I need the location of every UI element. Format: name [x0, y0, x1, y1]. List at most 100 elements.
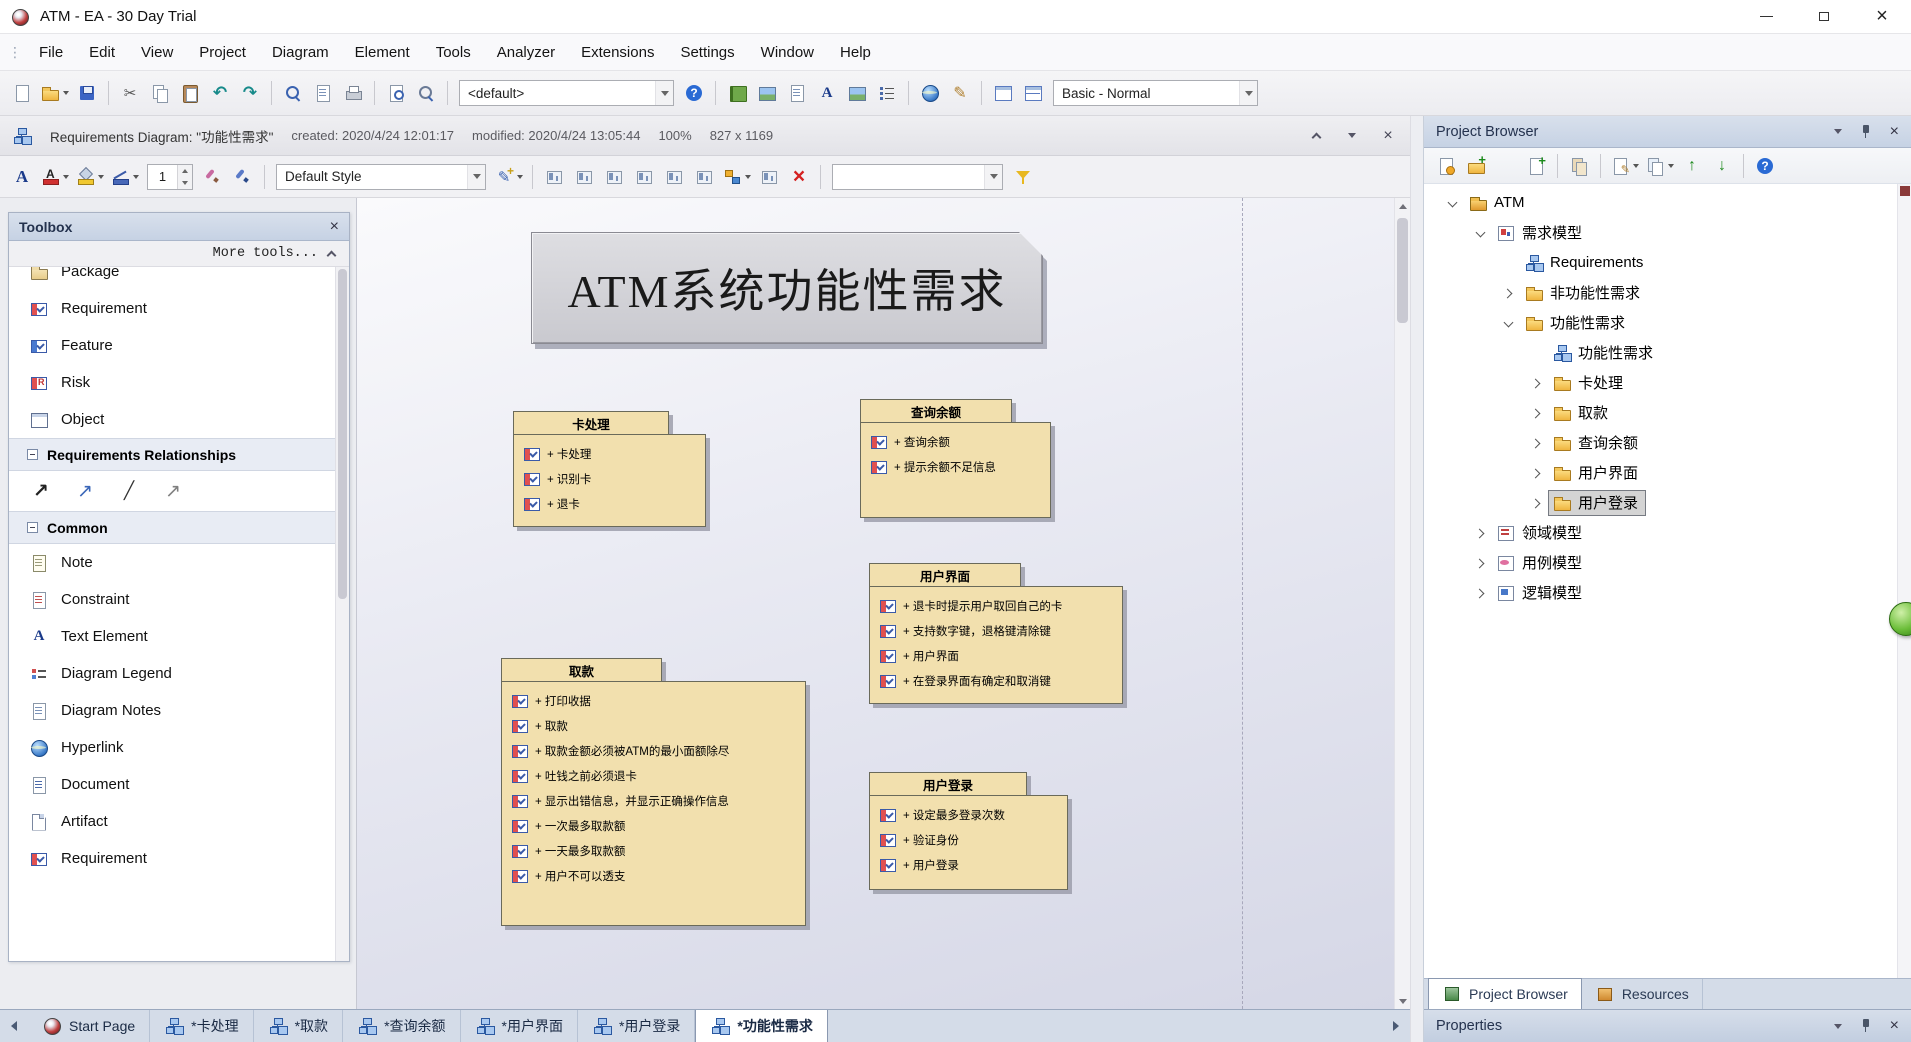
- menu-item-help[interactable]: Help: [827, 34, 884, 70]
- menu-item-view[interactable]: View: [128, 34, 186, 70]
- diagram-tab[interactable]: *卡处理: [150, 1010, 254, 1042]
- spinner-up-icon[interactable]: [178, 164, 192, 177]
- requirement-item[interactable]: + 用户界面: [878, 643, 1122, 668]
- chevron-right-icon[interactable]: [1528, 375, 1544, 391]
- toolbox-close-icon[interactable]: ×: [330, 218, 339, 236]
- edit-doc-icon-button[interactable]: [1608, 152, 1641, 180]
- theme-combo[interactable]: Basic - Normal: [1053, 80, 1258, 106]
- chevron-down-icon[interactable]: [655, 81, 673, 105]
- doc-icon-button[interactable]: [783, 78, 811, 108]
- tree-node[interactable]: 需求模型: [1492, 220, 1590, 246]
- realization-arrow-icon[interactable]: [27, 478, 55, 504]
- image-icon-button[interactable]: [753, 78, 781, 108]
- tree-item[interactable]: 用户界面: [1424, 458, 1911, 488]
- close-button[interactable]: ×: [1853, 0, 1911, 33]
- align-top-icon-button[interactable]: [570, 162, 598, 192]
- collapse-bar-button[interactable]: [1306, 126, 1326, 146]
- tree-node[interactable]: ATM: [1464, 191, 1533, 216]
- toolbox-header[interactable]: Toolbox ×: [9, 213, 349, 241]
- apply-style-icon-button[interactable]: [492, 162, 525, 192]
- move-up-icon-button[interactable]: [1678, 152, 1706, 180]
- tree-node[interactable]: Requirements: [1520, 251, 1651, 276]
- package-element[interactable]: 取款 + 打印收据 + 取款 + 取款金额必须被ATM的最小面额除尽 + 吐钱之前必须退…: [501, 658, 806, 926]
- line-color-icon-button[interactable]: [108, 162, 141, 192]
- tree-item[interactable]: 功能性需求: [1424, 308, 1911, 338]
- requirement-item[interactable]: + 一天最多取款额: [510, 838, 805, 863]
- print-icon-button[interactable]: [339, 78, 367, 108]
- diagram-tab[interactable]: *用户界面: [461, 1010, 578, 1042]
- toolbox-item[interactable]: Constraint: [9, 581, 335, 618]
- tree-node[interactable]: 用户界面: [1548, 460, 1646, 486]
- copy-doc-icon-button[interactable]: [1643, 152, 1676, 180]
- toolbox-scrollbar[interactable]: [335, 267, 349, 961]
- tab-scroll-right[interactable]: [1382, 1010, 1410, 1042]
- chevron-right-icon[interactable]: [1472, 555, 1488, 571]
- requirement-item[interactable]: + 验证身份: [878, 827, 1067, 852]
- toolbox-item[interactable]: Requirement: [9, 840, 335, 877]
- tree-item[interactable]: 取款: [1424, 398, 1911, 428]
- auto-layout-icon-button[interactable]: [720, 162, 753, 192]
- chevron-down-icon[interactable]: [1472, 225, 1488, 241]
- menu-item-settings[interactable]: Settings: [667, 34, 747, 70]
- tree-item[interactable]: 需求模型: [1424, 218, 1911, 248]
- requirement-item[interactable]: + 取款: [510, 713, 805, 738]
- fill-color-icon-button[interactable]: [73, 162, 106, 192]
- chevron-down-icon[interactable]: [467, 164, 485, 189]
- scroll-up-arrow-icon[interactable]: [1395, 198, 1410, 214]
- menu-item-element[interactable]: Element: [342, 34, 423, 70]
- requirement-item[interactable]: + 取款金额必须被ATM的最小面额除尽: [510, 738, 805, 763]
- pen-icon-button[interactable]: [229, 162, 257, 192]
- font-a-icon-button[interactable]: [8, 162, 36, 192]
- tree-node[interactable]: 功能性需求: [1548, 340, 1661, 366]
- scroll-button[interactable]: [1900, 186, 1910, 196]
- chevron-down-icon[interactable]: [1500, 315, 1516, 331]
- chevron-right-icon[interactable]: [1472, 585, 1488, 601]
- minimize-button[interactable]: [1737, 0, 1795, 33]
- menu-item-window[interactable]: Window: [748, 34, 827, 70]
- panel-tab[interactable]: Resources: [1582, 979, 1703, 1009]
- canvas-vertical-scrollbar[interactable]: [1394, 198, 1410, 1009]
- collapse-icon[interactable]: [27, 522, 38, 533]
- bar-menu-button[interactable]: [1342, 126, 1362, 146]
- toolbox-item[interactable]: Object: [9, 401, 335, 438]
- tree-node[interactable]: 卡处理: [1548, 370, 1631, 396]
- panel-menu-icon[interactable]: [1833, 129, 1842, 134]
- tree-node[interactable]: 非功能性需求: [1520, 280, 1648, 306]
- diagram-tab[interactable]: Start Page: [28, 1010, 151, 1042]
- element-style-combo[interactable]: Default Style: [276, 163, 486, 190]
- tree-node[interactable]: 功能性需求: [1520, 310, 1633, 336]
- toolbox-item[interactable]: Note: [9, 544, 335, 581]
- more-tools-button[interactable]: More tools...: [9, 241, 349, 267]
- hyperlink-icon-button[interactable]: [916, 78, 944, 108]
- tree-node[interactable]: 用户登录: [1548, 490, 1647, 516]
- chevron-down-icon[interactable]: [984, 164, 1002, 189]
- menu-item-project[interactable]: Project: [186, 34, 259, 70]
- requirement-item[interactable]: + 用户登录: [878, 852, 1067, 877]
- redo-icon-button[interactable]: [236, 78, 264, 108]
- tree-item[interactable]: ATM: [1424, 188, 1911, 218]
- chevron-right-icon[interactable]: [1472, 525, 1488, 541]
- requirement-item[interactable]: + 一次最多取款额: [510, 813, 805, 838]
- panel-close-icon[interactable]: ×: [1890, 123, 1899, 141]
- package-element[interactable]: 卡处理 + 卡处理 + 识别卡 + 退卡: [513, 411, 706, 527]
- tree-node[interactable]: 逻辑模型: [1492, 580, 1590, 606]
- chevron-right-icon[interactable]: [1528, 405, 1544, 421]
- toolbox-item[interactable]: Hyperlink: [9, 729, 335, 766]
- font-color-icon-button[interactable]: [38, 162, 71, 192]
- tab-scroll-left[interactable]: [0, 1010, 28, 1042]
- find-icon-button[interactable]: [279, 78, 307, 108]
- panel-tab[interactable]: Project Browser: [1428, 978, 1582, 1009]
- menu-item-tools[interactable]: Tools: [423, 34, 484, 70]
- new-package-icon-button[interactable]: [1462, 152, 1490, 180]
- requirement-item[interactable]: + 退卡时提示用户取回自己的卡: [878, 593, 1122, 618]
- diagram-canvas[interactable]: ATM系统功能性需求 卡处理 + 卡处理 + 识别卡 + 退卡 查询余额 + 查询余额 + …: [356, 198, 1394, 1009]
- tree-item[interactable]: 卡处理: [1424, 368, 1911, 398]
- toolbox-group-header[interactable]: Requirements Relationships: [9, 438, 335, 471]
- spinner-down-icon[interactable]: [178, 176, 192, 189]
- help-icon-button[interactable]: [1751, 152, 1779, 180]
- stack-icon-button[interactable]: [1565, 152, 1593, 180]
- pin-icon[interactable]: [1856, 1016, 1876, 1036]
- requirement-item[interactable]: + 识别卡: [522, 466, 705, 491]
- tree-item[interactable]: 用户登录: [1424, 488, 1911, 518]
- toolbox-item[interactable]: Package: [9, 267, 335, 290]
